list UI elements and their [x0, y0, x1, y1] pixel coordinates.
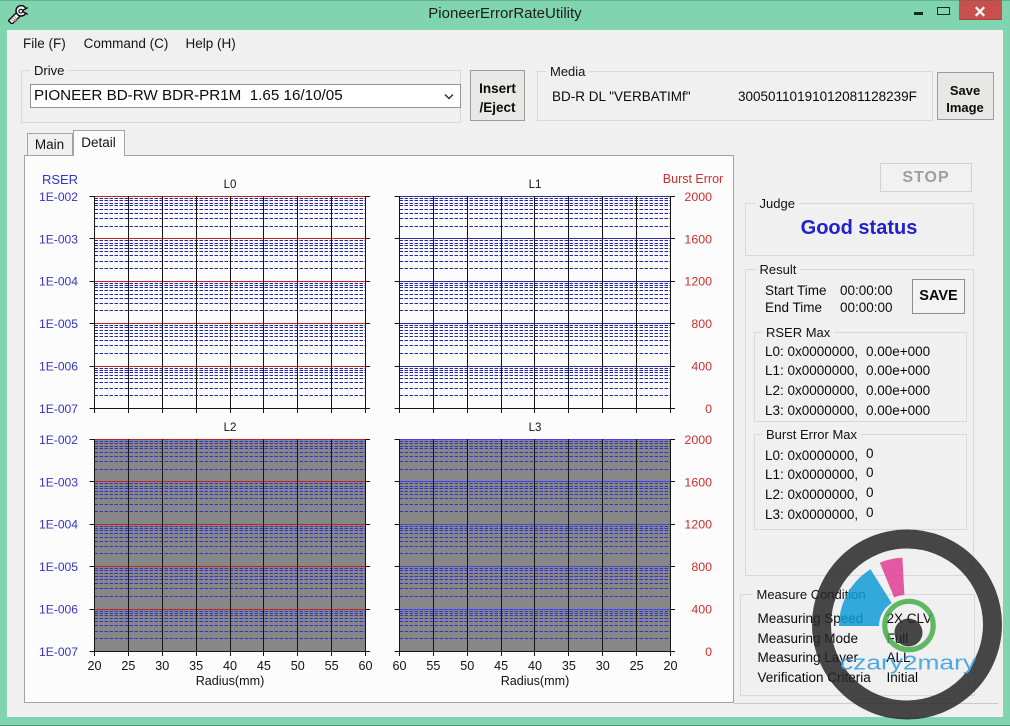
svg-text:RSER: RSER [42, 172, 78, 187]
svg-text:czary2mary: czary2mary [840, 652, 977, 675]
svg-text:L3: L3 [529, 422, 542, 434]
svg-text:25: 25 [121, 659, 135, 673]
svg-text:L0: L0 [224, 179, 237, 191]
svg-text:60: 60 [358, 659, 372, 673]
svg-text:40: 40 [223, 659, 237, 673]
svg-text:2000: 2000 [684, 433, 712, 447]
svg-text:30: 30 [596, 659, 610, 673]
svg-text:35: 35 [562, 659, 576, 673]
svg-text:55: 55 [426, 659, 440, 673]
svg-text:Radius(mm): Radius(mm) [501, 674, 570, 688]
svg-text:1E-005: 1E-005 [39, 560, 78, 574]
svg-text:50: 50 [291, 659, 305, 673]
svg-text:Radius(mm): Radius(mm) [196, 674, 265, 688]
svg-text:1E-002: 1E-002 [39, 433, 78, 447]
svg-text:1E-004: 1E-004 [39, 275, 78, 289]
svg-text:800: 800 [691, 317, 712, 331]
svg-text:25: 25 [630, 659, 644, 673]
svg-text:1E-004: 1E-004 [39, 518, 78, 532]
svg-text:35: 35 [189, 659, 203, 673]
svg-text:1E-006: 1E-006 [39, 360, 78, 374]
svg-text:400: 400 [691, 360, 712, 374]
svg-text:50: 50 [460, 659, 474, 673]
svg-text:0: 0 [705, 645, 712, 659]
svg-text:45: 45 [257, 659, 271, 673]
svg-text:55: 55 [325, 659, 339, 673]
svg-text:0: 0 [705, 402, 712, 416]
svg-text:1200: 1200 [684, 518, 712, 532]
svg-text:1E-003: 1E-003 [39, 475, 78, 489]
svg-text:1E-007: 1E-007 [39, 645, 78, 659]
svg-text:400: 400 [691, 603, 712, 617]
svg-text:1E-007: 1E-007 [39, 402, 78, 416]
svg-text:Burst Error: Burst Error [663, 172, 723, 186]
svg-text:1E-003: 1E-003 [39, 232, 78, 246]
svg-text:30: 30 [155, 659, 169, 673]
svg-text:1E-006: 1E-006 [39, 603, 78, 617]
svg-text:20: 20 [87, 659, 101, 673]
svg-text:1600: 1600 [684, 232, 712, 246]
svg-text:20: 20 [663, 659, 677, 673]
svg-text:1600: 1600 [684, 475, 712, 489]
svg-text:45: 45 [494, 659, 508, 673]
svg-text:40: 40 [528, 659, 542, 673]
svg-text:1E-002: 1E-002 [39, 190, 78, 204]
svg-text:L2: L2 [224, 422, 237, 434]
svg-text:60: 60 [392, 659, 406, 673]
svg-text:2000: 2000 [684, 190, 712, 204]
svg-text:1200: 1200 [684, 275, 712, 289]
svg-text:L1: L1 [529, 179, 542, 191]
svg-text:800: 800 [691, 560, 712, 574]
svg-text:1E-005: 1E-005 [39, 317, 78, 331]
